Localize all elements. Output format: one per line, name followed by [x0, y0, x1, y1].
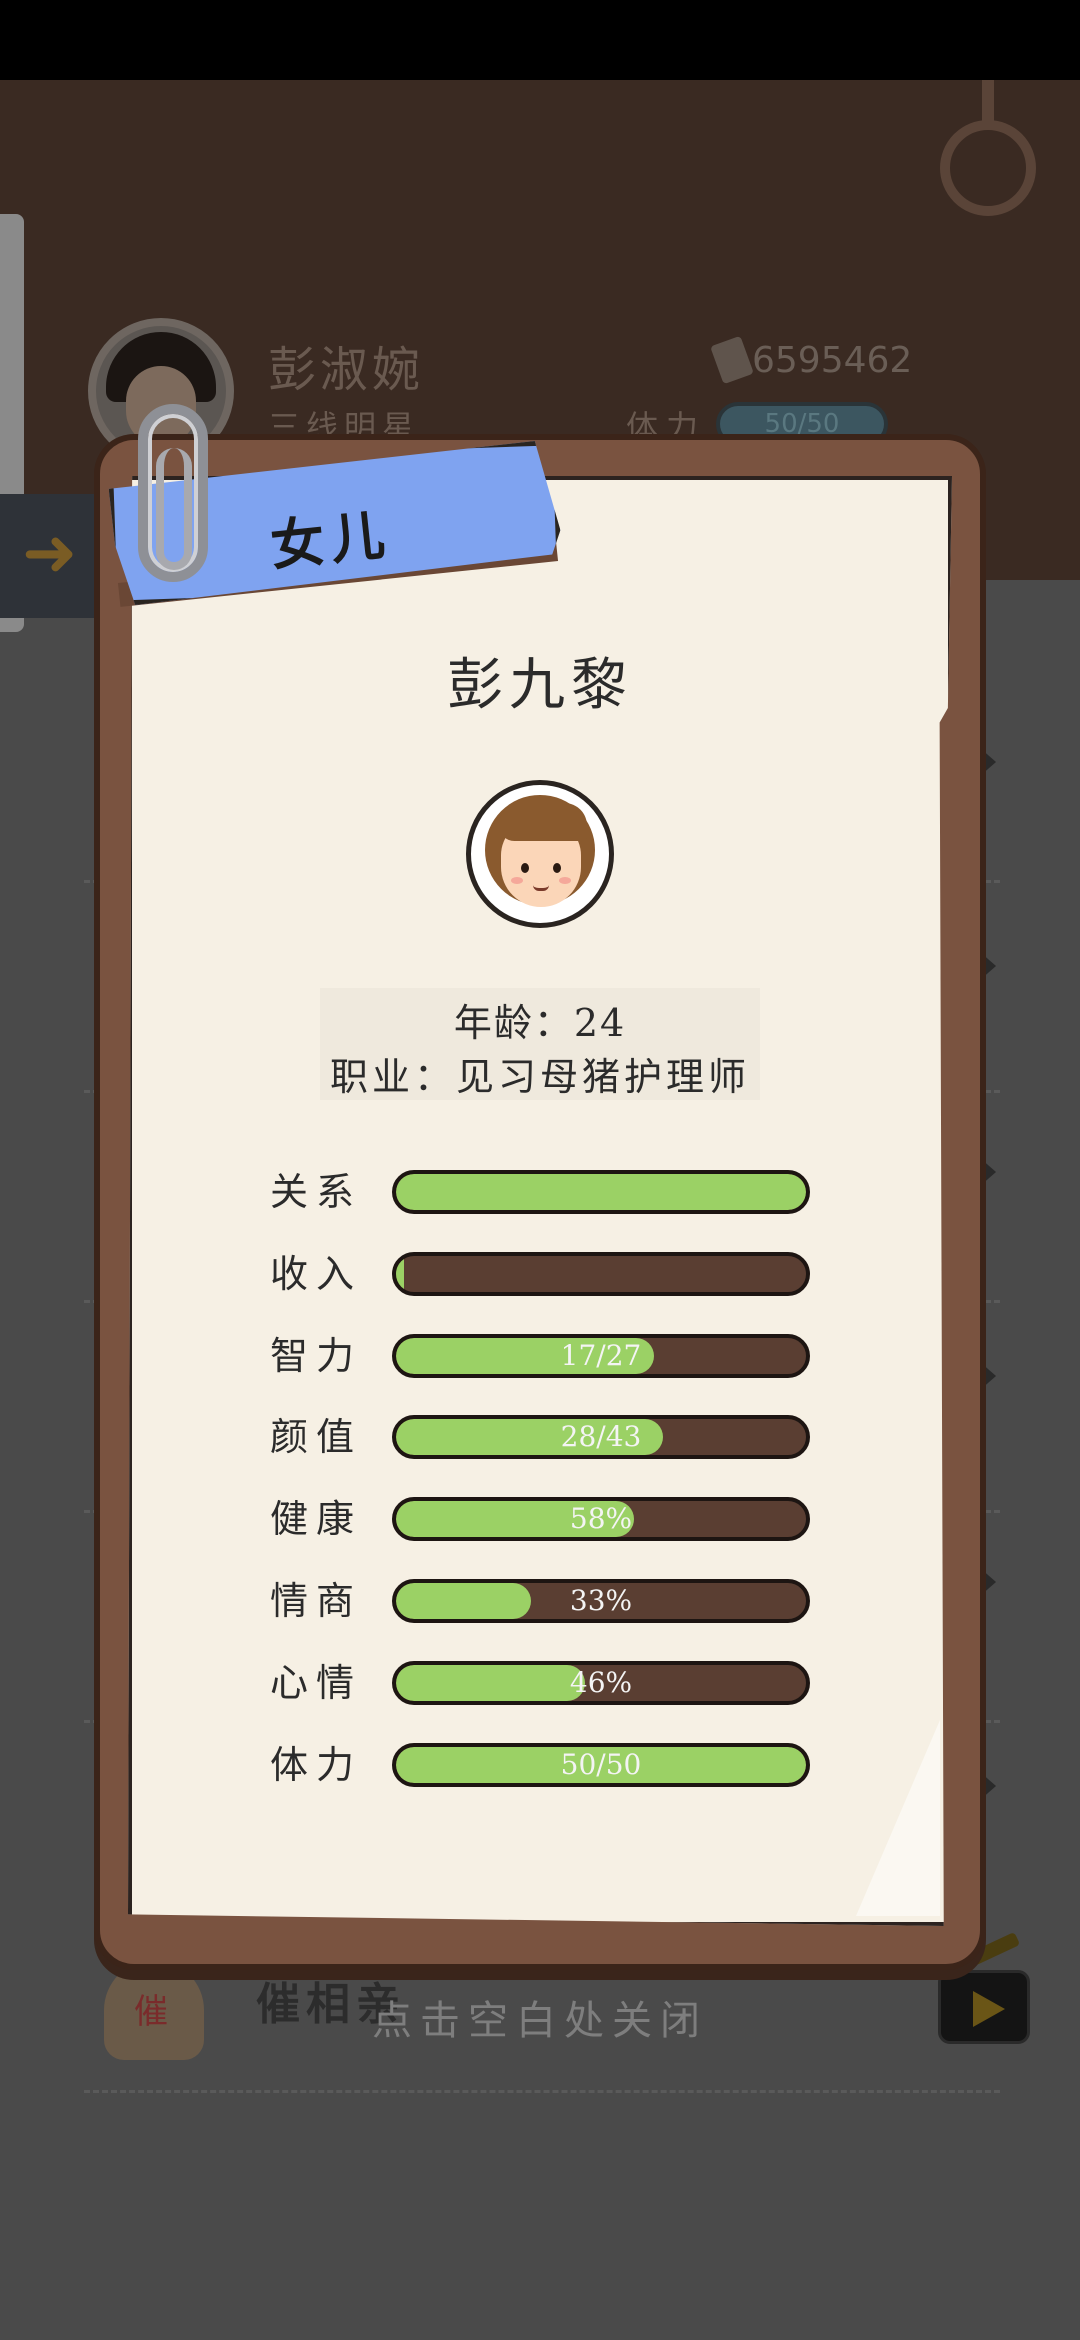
stat-value: [396, 1174, 806, 1210]
child-avatar: [466, 780, 614, 928]
relation-tag-label: 女儿: [267, 501, 394, 579]
stat-bar: 33%: [392, 1579, 810, 1623]
stat-label: 颜值: [270, 1415, 363, 1459]
stat-value: 58%: [569, 1502, 633, 1535]
child-name: 彭九黎: [447, 653, 633, 718]
stat-label: 智力: [270, 1334, 363, 1378]
hanging-ring-icon[interactable]: [940, 120, 1036, 216]
job-line: 职业：见习母猪护理师: [329, 1055, 750, 1099]
list-divider: [84, 2090, 1000, 2093]
stat-value: 33%: [569, 1584, 633, 1617]
stat-label: 健康: [270, 1497, 363, 1541]
stat-label: 收入: [270, 1252, 363, 1296]
parent-name: 彭淑婉: [268, 342, 425, 398]
stat-bar: 46%: [392, 1661, 810, 1705]
status-bar: [0, 0, 1080, 80]
stat-bar: [392, 1170, 810, 1214]
stat-label: 关系: [270, 1170, 363, 1214]
back-arrow-icon[interactable]: ➜: [22, 520, 77, 586]
stat-bar: [392, 1252, 810, 1296]
stat-value: 46%: [569, 1666, 633, 1699]
paperclip-inner: [156, 448, 192, 570]
stat-label: 体力: [270, 1743, 363, 1787]
close-hint[interactable]: 点击空白处关闭: [0, 1988, 1080, 2046]
stat-label: 情商: [270, 1579, 363, 1623]
stat-label: 心情: [270, 1661, 363, 1705]
stat-bar: 50/50: [392, 1743, 810, 1787]
stat-value: [396, 1256, 806, 1292]
stat-value: 28/43: [560, 1420, 642, 1453]
stat-value: 50/50: [560, 1748, 642, 1781]
age-line: 年龄：24: [453, 1001, 627, 1045]
stat-value: 17/27: [560, 1339, 642, 1372]
stat-bar: 17/27: [392, 1334, 810, 1378]
money-value: 6595462: [752, 340, 913, 381]
stat-bar: 28/43: [392, 1415, 810, 1459]
stat-bar: 58%: [392, 1497, 810, 1541]
